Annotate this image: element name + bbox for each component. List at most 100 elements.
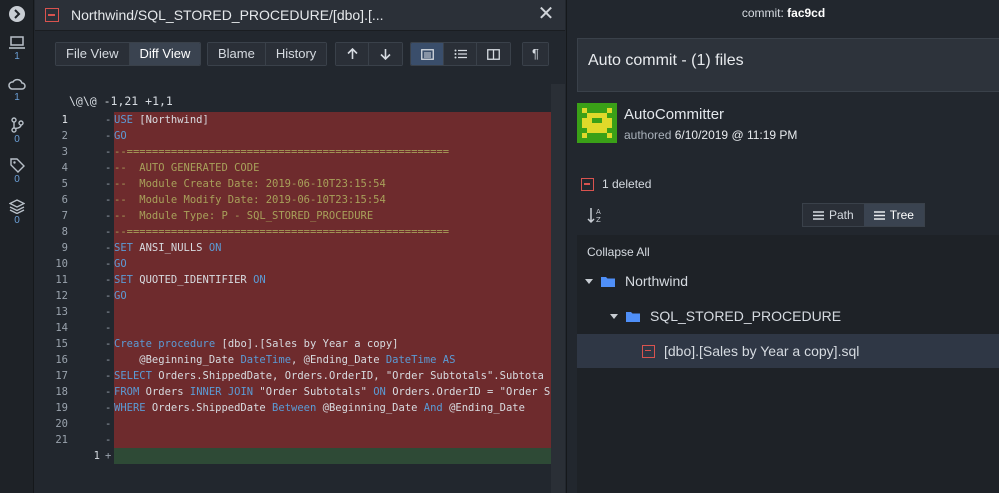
list-view-button[interactable] <box>444 43 477 65</box>
close-icon[interactable]: ✕ <box>537 4 555 24</box>
previous-change-button[interactable] <box>336 43 369 65</box>
diff-line-removed: 17 - SELECT Orders.ShippedDate, Orders.Ord… <box>35 368 565 384</box>
commit-id: commit: fac9cd <box>567 0 999 28</box>
line-text: USE [Northwind] <box>114 112 565 128</box>
deleted-count-label: 1 deleted <box>602 177 652 191</box>
file-tree: Collapse All Northwind SQL_STORED_PROCED… <box>577 235 999 493</box>
line-text: WHERE Orders.ShippedDate Between @Beginn… <box>114 400 565 416</box>
list-icon <box>873 210 885 220</box>
list-icon <box>454 49 467 59</box>
line-number: 18 <box>55 386 68 398</box>
diff-line-removed: 15 - Create procedure [dbo].[Sales by Year… <box>35 336 565 352</box>
next-change-button[interactable] <box>369 43 402 65</box>
activity-bar: 1 1 0 0 0 <box>0 0 34 493</box>
whitespace-group: ¶ <box>522 42 549 66</box>
inline-view-icon <box>420 48 434 60</box>
activity-layers[interactable]: 0 <box>0 199 34 226</box>
svg-text:Z: Z <box>596 216 601 224</box>
activity-tag[interactable]: 0 <box>0 158 34 185</box>
diff-line-removed: 13 - <box>35 304 565 320</box>
history-button[interactable]: History <box>265 43 327 65</box>
diff-marker: - <box>105 306 112 318</box>
line-number: 3 <box>61 146 68 158</box>
line-text: SET QUOTED_IDENTIFIER ON <box>114 272 565 288</box>
diff-marker: - <box>105 322 112 334</box>
activity-computer[interactable]: 1 <box>0 36 34 62</box>
line-number: 8 <box>61 226 68 238</box>
arrow-up-icon <box>346 48 358 59</box>
diff-marker: - <box>105 242 112 254</box>
view-mode-group: File View Diff View <box>55 42 202 66</box>
list-icon <box>813 210 824 220</box>
author-name: AutoCommitter <box>624 106 725 123</box>
chevron-right-icon[interactable] <box>9 6 25 22</box>
line-number: 1 <box>61 114 68 126</box>
deleted-file-icon <box>45 8 59 22</box>
line-text: @Beginning_Date DateTime, @Ending_Date D… <box>114 352 565 368</box>
tree-view-button[interactable]: Tree <box>863 204 924 226</box>
diff-line-removed: 2 - GO <box>35 128 565 144</box>
diff-line-removed: 12 - GO <box>35 288 565 304</box>
caret-down-icon[interactable] <box>585 278 593 284</box>
inline-view-button[interactable] <box>411 43 444 65</box>
arrow-down-icon <box>380 49 391 60</box>
diff-line-removed: 4 - -- AUTO GENERATED CODE <box>35 160 565 176</box>
line-number: 2 <box>61 130 68 142</box>
branch-count: 0 <box>14 134 20 145</box>
diff-code: 1- USE [Northwind] 2- GO 3- --===============… <box>35 112 565 464</box>
diff-line-removed: 7 - -- Module Type: P - SQL_STORED_PROCEDU… <box>35 208 565 224</box>
authored-date: 6/10/2019 @ 11:19 PM <box>674 128 798 142</box>
line-number: 10 <box>55 258 68 270</box>
file-tab[interactable]: Northwind/SQL_STORED_PROCEDURE/[dbo].[..… <box>35 0 565 31</box>
line-number: 12 <box>55 290 68 302</box>
diff-marker: + <box>105 450 112 462</box>
line-text: -- Module Create Date: 2019-06-10T23:15:… <box>114 176 565 192</box>
tree-node-sql-stored-procedure[interactable]: SQL_STORED_PROCEDURE <box>610 299 999 333</box>
caret-down-icon[interactable] <box>610 313 618 319</box>
editor-scrollbar[interactable] <box>551 84 565 493</box>
tree-node-file[interactable]: [dbo].[Sales by Year a copy].sql <box>577 334 999 368</box>
line-number: 15 <box>55 338 68 350</box>
file-view-toggle: Path Tree <box>802 203 925 227</box>
split-view-button[interactable] <box>477 43 510 65</box>
line-number: 13 <box>55 306 68 318</box>
diff-marker: - <box>105 226 112 238</box>
branch-icon <box>11 117 24 133</box>
authored-label: authored <box>624 128 672 142</box>
diff-line-added: 1 + <box>35 448 565 464</box>
show-whitespace-button[interactable]: ¶ <box>523 43 548 65</box>
deleted-summary: 1 deleted <box>581 177 651 191</box>
activity-branch[interactable]: 0 <box>0 117 34 145</box>
layers-count: 0 <box>14 215 20 226</box>
sort-az-icon[interactable]: A Z <box>587 206 603 224</box>
collapse-all-button[interactable]: Collapse All <box>587 245 650 259</box>
tree-node-label: SQL_STORED_PROCEDURE <box>650 308 842 324</box>
diff-line-removed: 10 - GO <box>35 256 565 272</box>
blame-button[interactable]: Blame <box>208 43 266 65</box>
activity-cloud[interactable]: 1 <box>0 78 34 103</box>
diff-marker: - <box>105 130 112 142</box>
folder-icon <box>601 276 615 287</box>
line-text <box>114 304 565 320</box>
file-view-button[interactable]: File View <box>56 43 130 65</box>
diff-marker: - <box>105 338 112 350</box>
diff-marker: - <box>105 290 112 302</box>
editor-toolbar: File View Diff View Blame History ¶ <box>35 38 565 68</box>
file-tab-title: Northwind/SQL_STORED_PROCEDURE/[dbo].[..… <box>71 7 384 23</box>
diff-marker: - <box>105 418 112 430</box>
tree-node-northwind[interactable]: Northwind <box>585 264 999 298</box>
line-text: -- Module Modify Date: 2019-06-10T23:15:… <box>114 192 565 208</box>
computer-icon <box>9 36 25 49</box>
path-view-label: Path <box>829 208 854 222</box>
commit-details-pane: commit: fac9cd Auto commit - (1) files A… <box>566 0 999 493</box>
commit-sha[interactable]: fac9cd <box>787 6 825 20</box>
commit-label: commit: <box>741 6 784 20</box>
diff-line-removed: 5 - -- Module Create Date: 2019-06-10T23:1… <box>35 176 565 192</box>
diff-view-button[interactable]: Diff View <box>129 43 201 65</box>
path-view-button[interactable]: Path <box>803 204 864 226</box>
diff-marker: - <box>105 354 112 366</box>
diff-line-removed: 1 - USE [Northwind] <box>35 112 565 128</box>
line-text: Create procedure [dbo].[Sales by Year a … <box>114 336 565 352</box>
line-number: 4 <box>61 162 68 174</box>
layout-group <box>410 42 511 66</box>
